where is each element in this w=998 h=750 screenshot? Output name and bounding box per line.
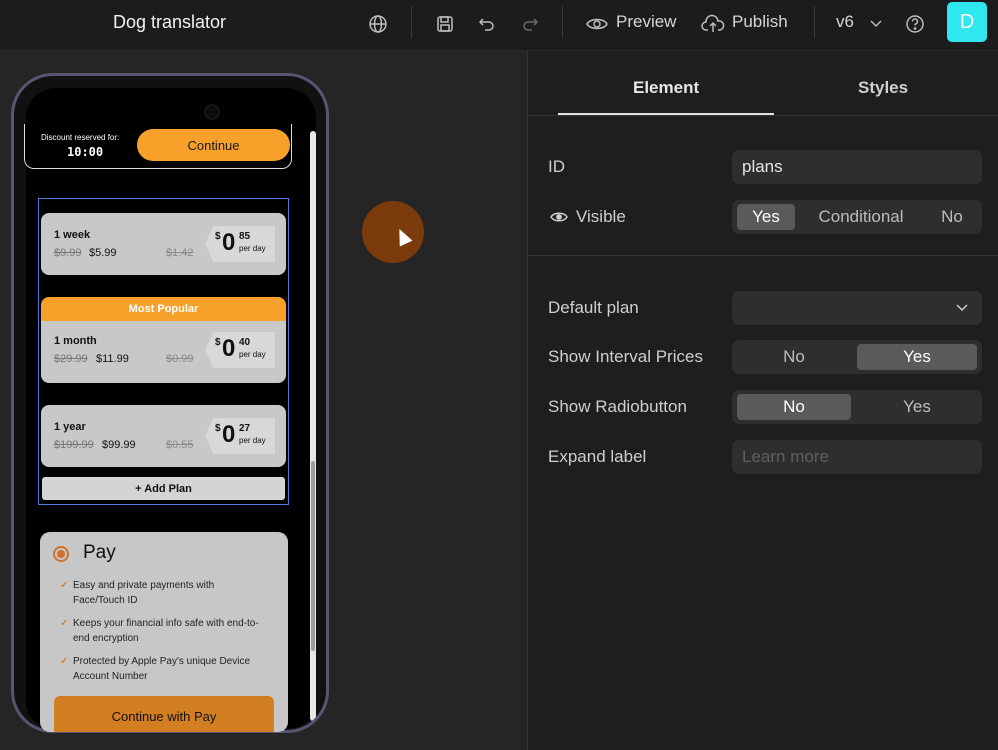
id-field[interactable]: plans [732,150,982,184]
discount-banner: Discount reserved for: 10:00 Continue [24,124,292,169]
redo-icon[interactable] [517,11,543,37]
feature-item: ✓ Keeps your financial info safe with en… [60,616,260,646]
version-selector[interactable]: v6 [836,12,854,32]
daily-price-tag: $ 0 40 per day [205,332,275,368]
interval-prices-label: Show Interval Prices [548,347,703,366]
price-per-day: per day [239,244,266,253]
check-icon: ✓ [60,580,69,591]
interval-no-option[interactable]: No [737,344,851,370]
tab-styles[interactable]: Styles [858,78,908,98]
plan-old-price: $9.99 [54,247,82,259]
undo-icon[interactable] [474,11,500,37]
toolbar-divider [814,6,815,38]
screen-scrollbar[interactable] [310,131,316,721]
add-plan-button[interactable]: + Add Plan [42,477,285,500]
id-label: ID [548,157,565,176]
visible-conditional-option[interactable]: Conditional [806,204,916,230]
visible-no-option[interactable]: No [928,204,976,230]
plan-old-price: $199.99 [54,439,94,451]
price-per-day: per day [239,350,266,359]
price-currency: $ [215,423,221,434]
feature-text: Protected by Apple Pay's unique Device A… [73,656,251,682]
chevron-down-icon[interactable] [863,11,889,37]
eye-icon[interactable] [584,11,610,37]
tab-element[interactable]: Element [633,78,699,98]
feature-item: ✓ Protected by Apple Pay's unique Device… [60,654,260,684]
radiobutton-no-option[interactable]: No [737,394,851,420]
price-integer: 0 [222,229,236,256]
toolbar-divider [411,6,412,38]
continue-button[interactable]: Continue [137,129,290,161]
plan-new-price: $11.99 [96,353,129,365]
preview-button[interactable]: Preview [616,12,676,32]
price-per-day: per day [239,436,266,445]
daily-price-tag: $ 0 85 per day [205,226,275,262]
discount-timer: 10:00 [67,145,104,159]
properties-panel: Element Styles ID plans Visible Yes Cond… [527,51,998,750]
price-currency: $ [215,337,221,348]
plan-old-daily: $0.99 [166,353,194,365]
apple-pay-logo: Pay [83,542,116,563]
plan-card-week[interactable]: 1 week $9.99 $5.99 $1.42 $ 0 85 per day [41,213,286,275]
save-icon[interactable] [432,11,458,37]
expand-label-label: Expand label [548,447,647,466]
price-decimal: 27 [239,423,251,434]
globe-icon[interactable] [365,11,391,37]
plan-old-daily: $0.55 [166,439,194,451]
camera-icon [206,106,218,118]
payment-radio[interactable] [53,546,69,562]
publish-button[interactable]: Publish [732,12,788,32]
id-value: plans [742,157,783,176]
radiobutton-toggle: No Yes [732,390,982,424]
plan-name: 1 year [54,421,86,433]
chevron-down-icon [956,304,968,312]
interval-prices-toggle: No Yes [732,340,982,374]
radiobutton-yes-option[interactable]: Yes [857,394,977,420]
check-icon: ✓ [60,618,69,629]
app-title: Dog translator [113,12,227,32]
plan-new-price: $99.99 [102,439,136,451]
price-currency: $ [215,231,221,242]
visible-row-label: Visible [550,207,626,227]
plan-name: 1 week [54,229,91,241]
cloud-upload-icon[interactable] [700,11,726,37]
toolbar-divider [562,6,563,38]
plan-card-year[interactable]: 1 year $199.99 $99.99 $0.55 $ 0 27 per d… [41,405,286,467]
plan-old-daily: $1.42 [166,247,194,259]
expand-label-input[interactable]: Learn more [732,440,982,474]
user-avatar[interactable]: D [947,2,987,42]
expand-label-placeholder: Learn more [742,447,829,466]
apple-pay-card[interactable]: Pay ✓ Easy and private payments with Fac… [40,532,288,732]
plan-name: 1 month [54,335,97,347]
scroll-thumb[interactable] [311,461,315,651]
plan-card-month[interactable]: 1 month $29.99 $11.99 $0.99 $ 0 40 per d… [41,321,286,383]
visible-label: Visible [576,207,626,226]
most-popular-badge: Most Popular [41,297,286,321]
interval-yes-option[interactable]: Yes [857,344,977,370]
default-plan-select[interactable] [732,291,982,325]
check-icon: ✓ [60,656,69,667]
daily-price-tag: $ 0 27 per day [205,418,275,454]
plan-new-price: $5.99 [89,247,117,259]
price-integer: 0 [222,421,236,448]
price-integer: 0 [222,335,236,362]
tabs-divider [528,115,998,116]
help-icon[interactable] [902,11,928,37]
plans-selection[interactable]: 1 week $9.99 $5.99 $1.42 $ 0 85 per day … [38,198,289,505]
continue-with-apple-pay-button[interactable]: Continue with Pay [54,696,274,732]
visible-yes-option[interactable]: Yes [737,204,795,230]
feature-item: ✓ Easy and private payments with Face/To… [60,578,260,608]
feature-text: Keeps your financial info safe with end-… [73,618,259,644]
eye-icon [550,212,568,222]
section-divider [528,255,998,256]
plan-old-price: $29.99 [54,353,88,365]
price-decimal: 40 [239,337,251,348]
price-decimal: 85 [239,231,251,242]
top-toolbar: Dog translator Preview Publish v6 D [0,0,998,51]
default-plan-label: Default plan [548,298,639,317]
visible-segmented-control: Yes Conditional No [732,200,982,234]
feature-text: Easy and private payments with Face/Touc… [73,580,215,606]
radiobutton-label: Show Radiobutton [548,397,687,416]
discount-label: Discount reserved for: [41,133,120,142]
